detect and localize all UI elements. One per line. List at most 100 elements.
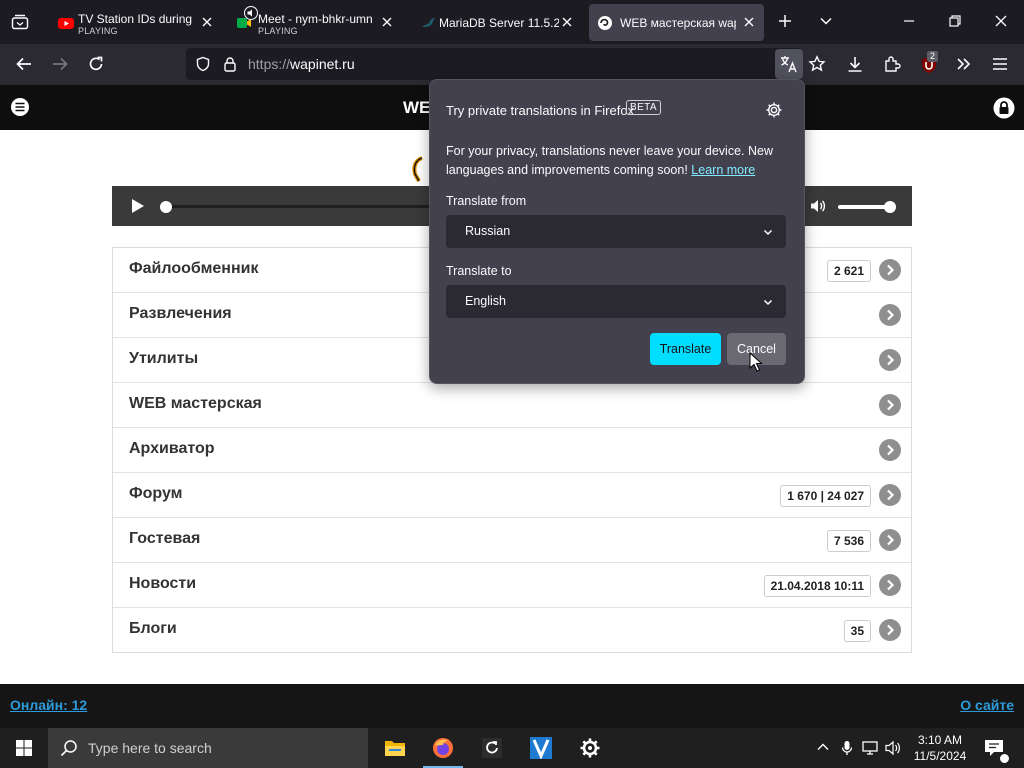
chevron-right-icon[interactable]	[879, 574, 901, 596]
microphone-icon[interactable]	[840, 740, 854, 756]
overflow-chevrons-icon[interactable]	[955, 55, 973, 73]
menu-item-forum[interactable]: Форум 1 670 | 24 027	[113, 472, 911, 517]
panel-title: Try private translations in Firefox	[446, 103, 635, 118]
chevron-right-icon[interactable]	[879, 394, 901, 416]
taskbar-sync-app[interactable]	[468, 728, 516, 768]
chevron-down-icon[interactable]	[818, 13, 834, 29]
login-lock-icon[interactable]	[993, 97, 1015, 119]
wapinet-icon	[598, 16, 612, 30]
chevron-right-icon[interactable]	[879, 259, 901, 281]
ublock-extension-button[interactable]: 2	[920, 51, 940, 75]
close-tab-icon[interactable]	[742, 15, 756, 29]
site-footer: Онлайн: 12 О сайте	[0, 684, 1024, 728]
play-icon[interactable]	[130, 198, 146, 214]
gear-icon[interactable]	[765, 101, 783, 119]
tab-playing-label: PLAYING	[258, 26, 298, 36]
tracking-protection-shield-icon[interactable]	[195, 56, 211, 72]
online-users-link[interactable]: Онлайн: 12	[10, 697, 87, 713]
url-text[interactable]: https://wapinet.ru	[248, 56, 355, 72]
translate-page-button[interactable]	[775, 49, 803, 79]
menu-item-archiver[interactable]: Архиватор	[113, 427, 911, 472]
sync-app-icon	[482, 738, 502, 758]
chevron-right-icon[interactable]	[879, 349, 901, 371]
close-window-icon[interactable]	[993, 13, 1009, 29]
chevron-right-icon[interactable]	[879, 304, 901, 326]
menu-item-news[interactable]: Новости 21.04.2018 10:11	[113, 562, 911, 607]
translate-from-label: Translate from	[446, 194, 527, 208]
file-explorer-icon	[385, 741, 405, 756]
taskbar-code-editor[interactable]	[517, 728, 565, 768]
site-menu-hamburger-icon[interactable]	[10, 98, 30, 116]
firefox-icon	[433, 738, 453, 758]
menu-item-label: Блоги	[129, 620, 177, 637]
settings-gear-icon	[580, 738, 600, 758]
chevron-down-icon	[763, 299, 773, 306]
show-hidden-icons-chevron-icon[interactable]	[816, 740, 830, 754]
downloads-icon[interactable]	[846, 55, 864, 73]
tab-meet[interactable]: Meet - nym-bhkr-umn PLAYING	[226, 4, 402, 41]
chevron-right-icon[interactable]	[879, 619, 901, 641]
taskbar-firefox[interactable]	[419, 728, 467, 768]
learn-more-link[interactable]: Learn more	[691, 163, 755, 177]
volume-handle[interactable]	[884, 201, 896, 213]
reload-icon[interactable]	[87, 55, 105, 73]
translate-icon	[781, 56, 797, 73]
menu-item-label: Форум	[129, 485, 183, 502]
menu-item-label: Файлообменник	[129, 260, 259, 277]
menu-item-count: 1 670 | 24 027	[780, 485, 871, 507]
tab-title: Meet - nym-bhkr-umn	[258, 12, 373, 26]
restore-icon[interactable]	[947, 13, 963, 29]
volume-slider[interactable]	[838, 205, 890, 209]
new-tab-icon[interactable]	[777, 13, 793, 29]
chevron-right-icon[interactable]	[879, 529, 901, 551]
speaker-playing-icon[interactable]	[244, 6, 258, 20]
start-button[interactable]	[0, 728, 48, 768]
system-clock[interactable]: 3:10 AM 11/5/2024	[908, 732, 972, 764]
list-all-tabs-button[interactable]	[0, 0, 40, 44]
taskbar-settings[interactable]	[566, 728, 614, 768]
notification-count-badge	[999, 753, 1010, 764]
tab-mariadb[interactable]: MariaDB Server 11.5.2	[406, 4, 582, 41]
taskbar-file-explorer[interactable]	[370, 728, 418, 768]
close-tab-icon[interactable]	[200, 15, 214, 29]
taskbar-search-box[interactable]: Type here to search	[48, 728, 368, 768]
chevron-right-icon[interactable]	[879, 484, 901, 506]
translate-from-select[interactable]: Russian	[446, 215, 786, 248]
tab-youtube[interactable]: TV Station IDs during 1 PLAYING	[46, 4, 222, 41]
menu-item-guestbook[interactable]: Гостевая 7 536	[113, 517, 911, 562]
tab-title: MariaDB Server 11.5.2	[439, 16, 559, 30]
translate-to-select[interactable]: English	[446, 285, 786, 318]
seek-bar[interactable]	[166, 205, 446, 208]
menu-item-count: 21.04.2018 10:11	[763, 575, 871, 597]
back-icon[interactable]	[15, 55, 33, 73]
translate-button[interactable]: Translate	[650, 333, 721, 365]
menu-item-web-workshop[interactable]: WEB мастерская	[113, 382, 911, 427]
address-bar[interactable]: https://wapinet.ru	[186, 48, 802, 80]
tab-wapinet[interactable]: WEB мастерская wapi	[589, 4, 764, 41]
bookmark-star-icon[interactable]	[808, 55, 826, 73]
mariadb-icon	[422, 18, 435, 27]
network-icon[interactable]	[862, 740, 880, 756]
site-title: WE	[403, 98, 431, 117]
chevron-right-icon[interactable]	[879, 439, 901, 461]
volume-icon[interactable]	[809, 197, 827, 215]
about-site-link[interactable]: О сайте	[960, 697, 1014, 713]
minimize-icon[interactable]	[901, 13, 917, 29]
extensions-puzzle-icon[interactable]	[883, 55, 901, 73]
windows-logo-icon	[16, 740, 32, 756]
app-menu-hamburger-icon[interactable]	[991, 55, 1009, 73]
forward-icon[interactable]	[51, 55, 69, 73]
close-tab-icon[interactable]	[560, 15, 574, 29]
tab-strip: TV Station IDs during 1 PLAYING Meet - n…	[0, 0, 1024, 44]
close-tab-icon[interactable]	[380, 15, 394, 29]
menu-item-count: 7 536	[826, 530, 871, 552]
search-placeholder: Type here to search	[88, 740, 212, 756]
speaker-icon[interactable]	[885, 740, 903, 756]
youtube-icon	[58, 18, 74, 29]
menu-item-count: 35	[843, 620, 871, 642]
seek-handle[interactable]	[160, 201, 172, 213]
menu-item-blogs[interactable]: Блоги 35	[113, 607, 911, 652]
tab-list-icon	[11, 14, 29, 30]
lock-icon[interactable]	[222, 56, 238, 72]
from-language-value: Russian	[465, 224, 511, 238]
